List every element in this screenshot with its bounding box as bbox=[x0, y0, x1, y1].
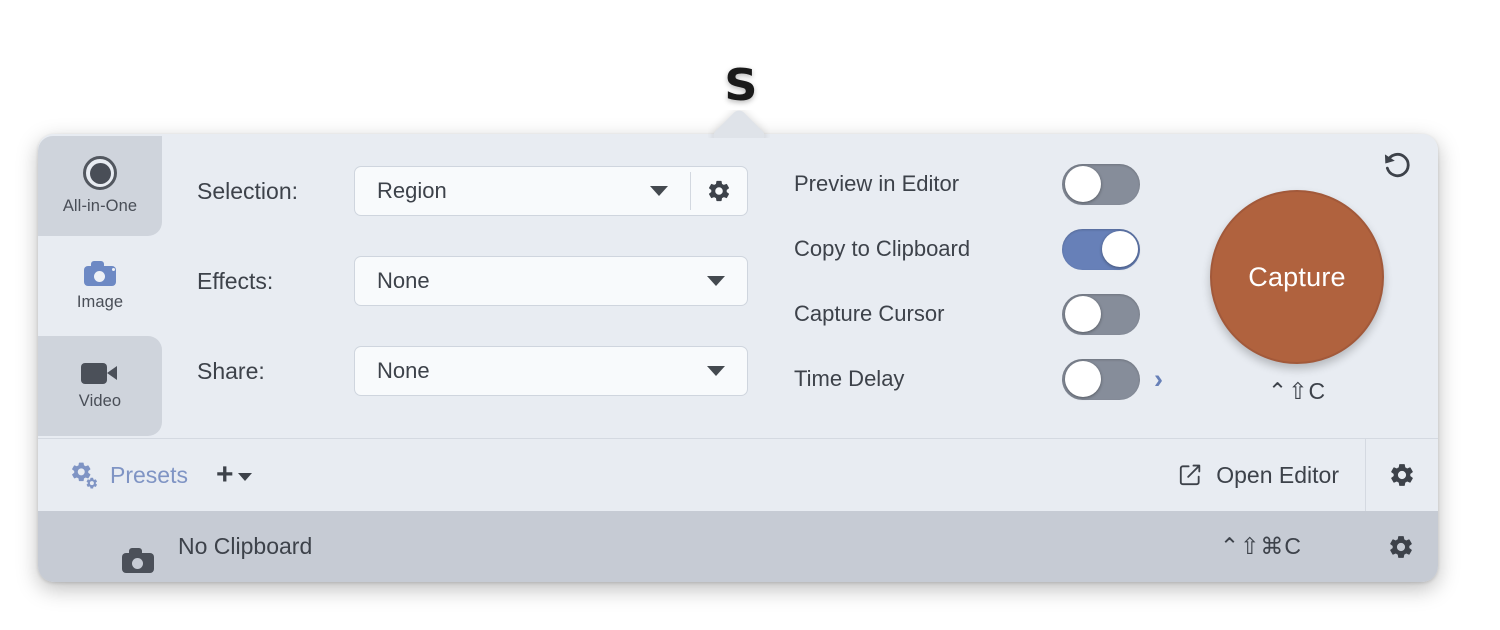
presets-button[interactable]: Presets + bbox=[38, 460, 252, 490]
options-toggles-column: Preview in Editor Copy to Clipboard Capt… bbox=[794, 134, 1184, 438]
toggle-row-copy-to-clipboard: Copy to Clipboard bbox=[794, 226, 1184, 272]
double-gear-icon bbox=[72, 462, 97, 489]
chevron-down-icon bbox=[707, 366, 725, 376]
preview-in-editor-label: Preview in Editor bbox=[794, 171, 960, 196]
camera-icon bbox=[82, 260, 118, 286]
copy-to-clipboard-toggle[interactable] bbox=[1062, 228, 1140, 270]
clipboard-status-text: No Clipboard bbox=[178, 533, 313, 559]
status-settings-button[interactable] bbox=[1364, 511, 1438, 582]
field-row-share: Share: None bbox=[162, 339, 794, 403]
selection-settings-button[interactable] bbox=[691, 167, 747, 215]
capture-button-label: Capture bbox=[1248, 261, 1346, 292]
clipboard-shortcut-label: ⌃⇧⌘C bbox=[1219, 533, 1302, 559]
pencil-square-icon bbox=[1180, 464, 1201, 486]
plus-icon: + bbox=[215, 458, 234, 491]
chevron-down-icon bbox=[650, 186, 668, 196]
capture-shortcut-label: ⌃⇧C bbox=[1267, 378, 1327, 404]
panel-pointer-arrow bbox=[708, 110, 770, 138]
presets-bar-right: Open Editor bbox=[1177, 439, 1438, 511]
capture-cursor-toggle[interactable] bbox=[1062, 293, 1140, 335]
toggle-row-time-delay: Time Delay › bbox=[794, 356, 1184, 402]
time-delay-toggle[interactable] bbox=[1062, 358, 1140, 400]
open-editor-button[interactable]: Open Editor bbox=[1177, 462, 1365, 489]
reset-button[interactable] bbox=[1376, 146, 1420, 186]
selection-dropdown[interactable]: Region bbox=[354, 166, 748, 216]
app-logo: S bbox=[700, 58, 780, 114]
sidebar-item-video[interactable]: Video bbox=[38, 336, 162, 436]
effects-label: Effects: bbox=[197, 267, 274, 294]
panel-top-region: All-in-One Image Video Selection: Region… bbox=[38, 134, 1438, 438]
sidebar-item-video-label: Video bbox=[78, 392, 122, 410]
presets-settings-button[interactable] bbox=[1365, 439, 1438, 511]
presets-bar: Presets + Open Editor bbox=[38, 438, 1438, 511]
effects-dropdown[interactable]: None bbox=[354, 256, 748, 306]
capture-column: Capture ⌃⇧C bbox=[1184, 134, 1438, 438]
presets-label: Presets bbox=[110, 461, 188, 488]
share-dropdown[interactable]: None bbox=[354, 346, 748, 396]
open-editor-label: Open Editor bbox=[1216, 461, 1339, 488]
panel-content: Selection: Region Effects: None Share: N… bbox=[162, 134, 1438, 438]
settings-fields-column: Selection: Region Effects: None Share: N… bbox=[162, 134, 794, 438]
toggle-row-capture-cursor: Capture Cursor bbox=[794, 291, 1184, 337]
share-label: Share: bbox=[197, 357, 265, 384]
sidebar-item-image[interactable]: Image bbox=[38, 236, 162, 336]
effects-value: None bbox=[377, 268, 430, 293]
gear-icon bbox=[1390, 535, 1412, 558]
add-preset-button[interactable]: + bbox=[215, 458, 252, 491]
capture-panel: All-in-One Image Video Selection: Region… bbox=[38, 134, 1438, 582]
chevron-down-icon bbox=[237, 473, 252, 481]
gear-icon bbox=[708, 180, 730, 202]
chevron-right-icon[interactable]: › bbox=[1154, 365, 1163, 393]
status-bar: No Clipboard ⌃⇧⌘C bbox=[38, 511, 1438, 582]
gear-icon bbox=[1391, 464, 1413, 486]
toggle-row-preview-in-editor: Preview in Editor bbox=[794, 161, 1184, 207]
capture-cursor-label: Capture Cursor bbox=[794, 301, 945, 326]
sidebar-item-all-in-one[interactable]: All-in-One bbox=[38, 136, 162, 236]
share-value: None bbox=[377, 358, 430, 383]
sidebar-item-all-in-one-label: All-in-One bbox=[62, 197, 138, 215]
selection-label: Selection: bbox=[197, 177, 299, 204]
field-row-selection: Selection: Region bbox=[162, 159, 794, 223]
chevron-down-icon bbox=[707, 276, 725, 286]
camcorder-icon bbox=[81, 361, 119, 385]
sidebar-item-image-label: Image bbox=[76, 293, 124, 311]
field-row-effects: Effects: None bbox=[162, 249, 794, 313]
copy-to-clipboard-label: Copy to Clipboard bbox=[794, 236, 971, 261]
capture-button[interactable]: Capture bbox=[1210, 190, 1384, 364]
selection-value: Region bbox=[377, 178, 447, 203]
time-delay-label: Time Delay bbox=[794, 366, 905, 391]
record-circle-icon bbox=[83, 156, 117, 190]
mode-sidebar: All-in-One Image Video bbox=[38, 134, 162, 438]
preview-in-editor-toggle[interactable] bbox=[1062, 163, 1140, 205]
app-logo-glyph: S bbox=[723, 60, 757, 111]
undo-reset-icon bbox=[1384, 152, 1410, 178]
